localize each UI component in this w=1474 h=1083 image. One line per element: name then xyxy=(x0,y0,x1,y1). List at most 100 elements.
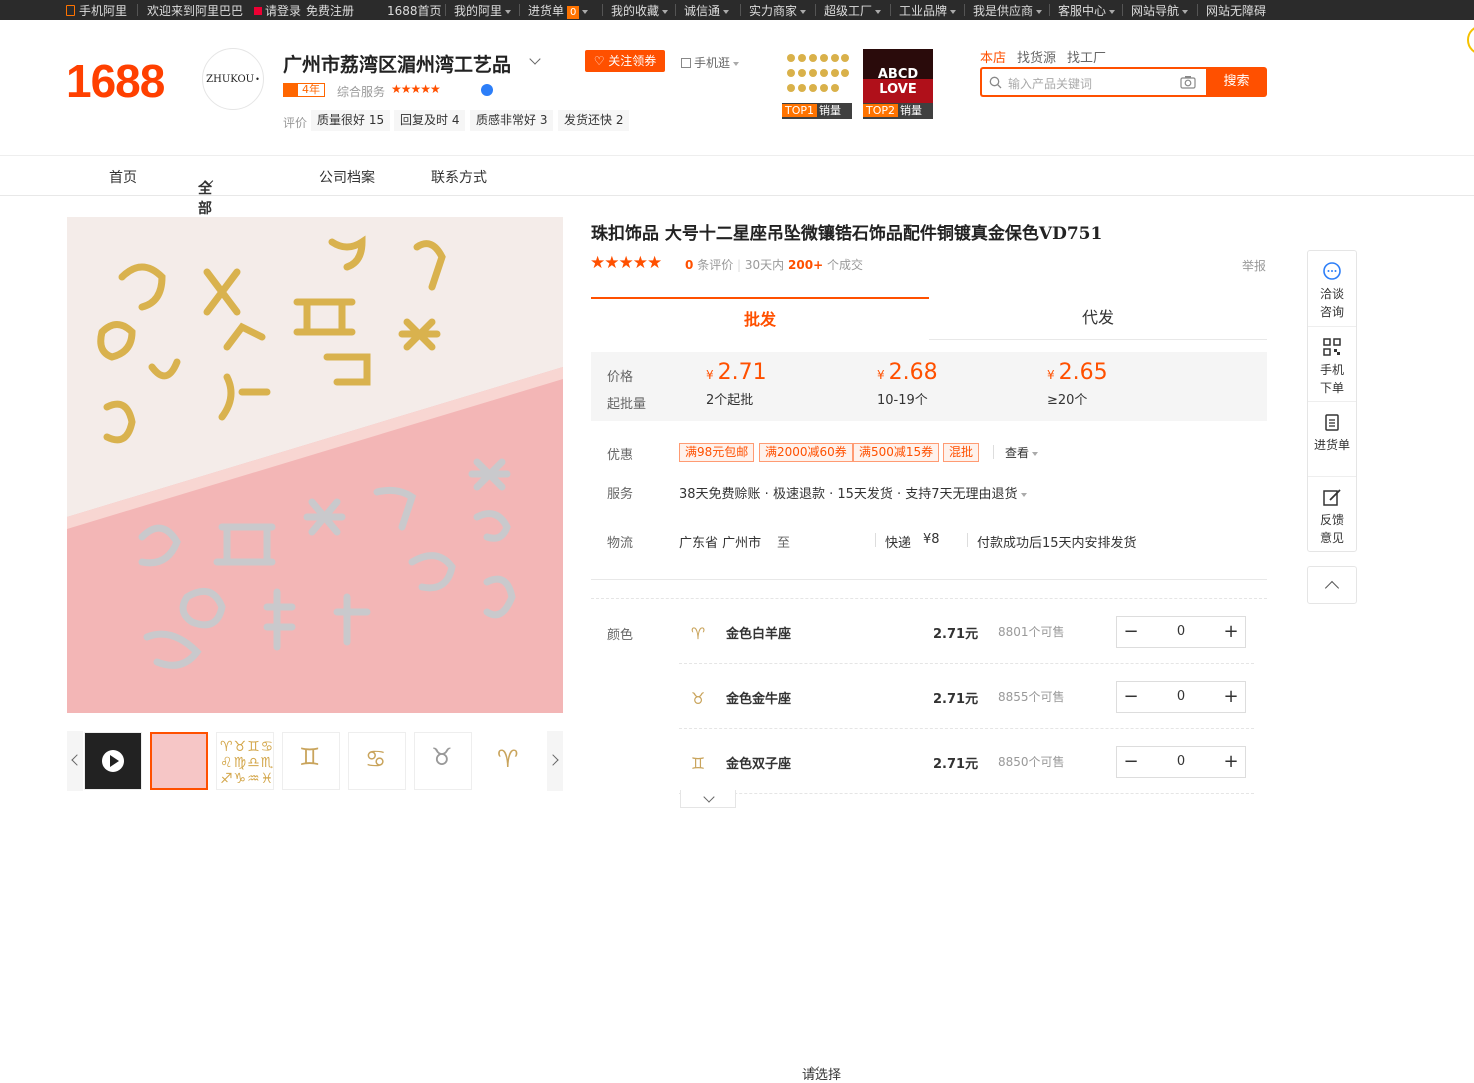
ship-to-label: 至 xyxy=(777,536,791,551)
rating-tag[interactable]: 质量很好 15 xyxy=(311,110,391,131)
play-triangle-icon xyxy=(110,755,119,767)
search-icon xyxy=(989,76,1002,89)
review-count[interactable]: 0 xyxy=(685,258,693,272)
tier-price-value: 2.65 xyxy=(1058,360,1108,385)
mobile-shop-link[interactable]: 手机逛 xyxy=(681,54,740,71)
topnav-home[interactable]: 1688首页 xyxy=(387,2,442,19)
chevron-down-icon xyxy=(950,9,957,14)
zodiac-charms-photo xyxy=(67,217,563,713)
search-input[interactable]: 输入产品关键词 xyxy=(980,67,1206,97)
thumbs-prev-button[interactable] xyxy=(67,731,83,791)
tool-feedback[interactable]: 反馈意见 xyxy=(1308,476,1356,551)
quantity-input[interactable]: 0 xyxy=(1145,617,1217,647)
tool-label: 洽谈咨询 xyxy=(1319,287,1344,319)
gold-charms-image xyxy=(782,49,852,103)
sku-row: ♊ 金色双子座 2.71元 8850个可售 − 0 + xyxy=(679,729,1254,794)
thumbnail-symbols: ♈♉♊♋ ♌♍♎♏ ♐♑♒♓ xyxy=(220,739,274,787)
search-tab-sources[interactable]: 找货源 xyxy=(1017,47,1056,66)
top-product-1[interactable]: TOP1 销量 xyxy=(782,49,852,119)
rating-tag[interactable]: 发货还快 2 xyxy=(558,110,630,131)
tier-moq: ≥20个 xyxy=(1047,393,1088,408)
sku-name: 金色金牛座 xyxy=(726,692,792,707)
back-to-top-button[interactable] xyxy=(1307,566,1357,604)
coupon-badge[interactable]: 混批 xyxy=(943,443,980,462)
thumbnail-2[interactable]: ♈♉♊♋ ♌♍♎♏ ♐♑♒♓ xyxy=(216,732,274,790)
quantity-input[interactable]: 0 xyxy=(1145,682,1217,712)
site-logo[interactable]: 1688 xyxy=(66,54,165,108)
top-rank: TOP2 xyxy=(863,104,899,117)
search-tab-factories[interactable]: 找工厂 xyxy=(1067,47,1106,66)
topnav-accessibility[interactable]: 网站无障碍 xyxy=(1206,2,1266,19)
quantity-input[interactable]: 0 xyxy=(1145,747,1217,777)
increment-button[interactable]: + xyxy=(1217,617,1245,647)
decrement-button[interactable]: − xyxy=(1117,747,1145,777)
topnav-chengxintong[interactable]: 诚信通 xyxy=(684,2,730,19)
topnav-site-nav[interactable]: 网站导航 xyxy=(1131,2,1189,19)
increment-button[interactable]: + xyxy=(1217,682,1245,712)
topnav-my-alibaba[interactable]: 我的阿里 xyxy=(454,2,512,19)
review-label: 条评价 xyxy=(697,258,734,272)
shop-avatar[interactable]: ZHUKOU • xyxy=(202,48,264,110)
shop-nav: 首页 全部商品 公司档案 联系方式 xyxy=(0,155,1474,257)
chevron-down-icon[interactable] xyxy=(529,53,541,65)
sku-stock: 8855个可售 xyxy=(998,690,1065,704)
thumbs-next-button[interactable] xyxy=(547,731,563,791)
nav-home[interactable]: 首页 xyxy=(109,167,137,187)
rating-tag[interactable]: 回复及时 4 xyxy=(394,110,466,131)
topnav-favorites[interactable]: 我的收藏 xyxy=(611,2,669,19)
service-text: 38天免费赊账 · 极速退款 · 15天发货 · 支持7天无理由退货 xyxy=(679,487,1018,502)
increment-button[interactable]: + xyxy=(1217,747,1245,777)
tab-wholesale[interactable]: 批发 xyxy=(591,297,929,340)
thumbnail-6[interactable]: ♈ xyxy=(480,732,538,790)
coupon-badge[interactable]: 满500减15券 xyxy=(853,443,940,462)
topnav-industrial-brand[interactable]: 工业品牌 xyxy=(899,2,957,19)
nav-company-profile[interactable]: 公司档案 xyxy=(319,167,375,187)
coupon-badge[interactable]: 满2000减60券 xyxy=(759,443,853,462)
avatar-text: ZHUKOU xyxy=(206,73,255,85)
chevron-right-icon xyxy=(547,754,559,766)
topnav-super-factory[interactable]: 超级工厂 xyxy=(824,2,882,19)
expand-skus-button[interactable] xyxy=(680,790,736,808)
coupon-badge[interactable]: 满98元包邮 xyxy=(679,443,755,462)
follow-shop-button[interactable]: ♡ 关注领券 xyxy=(585,50,665,72)
nav-contact[interactable]: 联系方式 xyxy=(431,167,487,187)
rating-tag[interactable]: 质感非常好 3 xyxy=(470,110,554,131)
search-button[interactable]: 搜索 xyxy=(1206,67,1267,97)
mobile-alibaba-link[interactable]: 手机阿里 xyxy=(66,2,127,19)
login-link[interactable]: 请登录 xyxy=(254,2,301,19)
sku-row: ♈ 金色白羊座 2.71元 8801个可售 − 0 + xyxy=(679,599,1254,664)
search-tab-this-shop[interactable]: 本店 xyxy=(980,47,1006,66)
verified-icon[interactable] xyxy=(481,84,493,96)
tab-dropship[interactable]: 代发 xyxy=(929,297,1267,340)
camera-icon[interactable] xyxy=(1180,75,1196,89)
tool-chat[interactable]: 洽谈咨询 xyxy=(1308,251,1356,326)
top-product-label: TOP2 销量 xyxy=(863,103,933,119)
thumbnail-3[interactable]: ♊ xyxy=(282,732,340,790)
tool-mobile-order[interactable]: 手机下单 xyxy=(1308,326,1356,401)
currency-symbol: ¥ xyxy=(706,368,714,382)
report-link[interactable]: 举报 xyxy=(1242,257,1266,274)
topnav-customer-service[interactable]: 客服中心 xyxy=(1058,2,1116,19)
thumbnail-1[interactable] xyxy=(150,732,208,790)
topnav-cart[interactable]: 进货单 0 xyxy=(528,2,589,19)
decrement-button[interactable]: − xyxy=(1117,617,1145,647)
topnav-strong-merchant[interactable]: 实力商家 xyxy=(749,2,807,19)
product-meta: 0 条评价 | 30天内 200+ 个成交 xyxy=(685,258,863,272)
view-promos-button[interactable]: 查看 xyxy=(1005,444,1039,461)
main-product-image[interactable] xyxy=(67,217,563,713)
top-bar: 手机阿里 欢迎来到阿里巴巴 请登录 免费注册 1688首页 我的阿里 进货单 0 … xyxy=(0,0,1474,20)
thumbnail-symbol: ♈ xyxy=(497,745,519,773)
thumbnail-video[interactable] xyxy=(84,732,142,790)
register-link[interactable]: 免费注册 xyxy=(306,2,354,19)
tool-cart[interactable]: 进货单 xyxy=(1308,401,1356,476)
topnav-label: 我是供应商 xyxy=(973,4,1034,18)
decrement-button[interactable]: − xyxy=(1117,682,1145,712)
service-guarantees[interactable]: 38天免费赊账 · 极速退款 · 15天发货 · 支持7天无理由退货 xyxy=(679,483,1027,502)
top-product-2[interactable]: ABCD LOVE TOP2 销量 xyxy=(863,49,933,119)
company-name[interactable]: 广州市荔湾区湄州湾工艺品 xyxy=(283,50,511,77)
floating-widget-icon[interactable] xyxy=(1467,25,1474,55)
chat-icon xyxy=(1323,262,1341,280)
thumbnail-5[interactable]: ♉ xyxy=(414,732,472,790)
thumbnail-4[interactable]: ♋ xyxy=(348,732,406,790)
topnav-supplier[interactable]: 我是供应商 xyxy=(973,2,1043,19)
